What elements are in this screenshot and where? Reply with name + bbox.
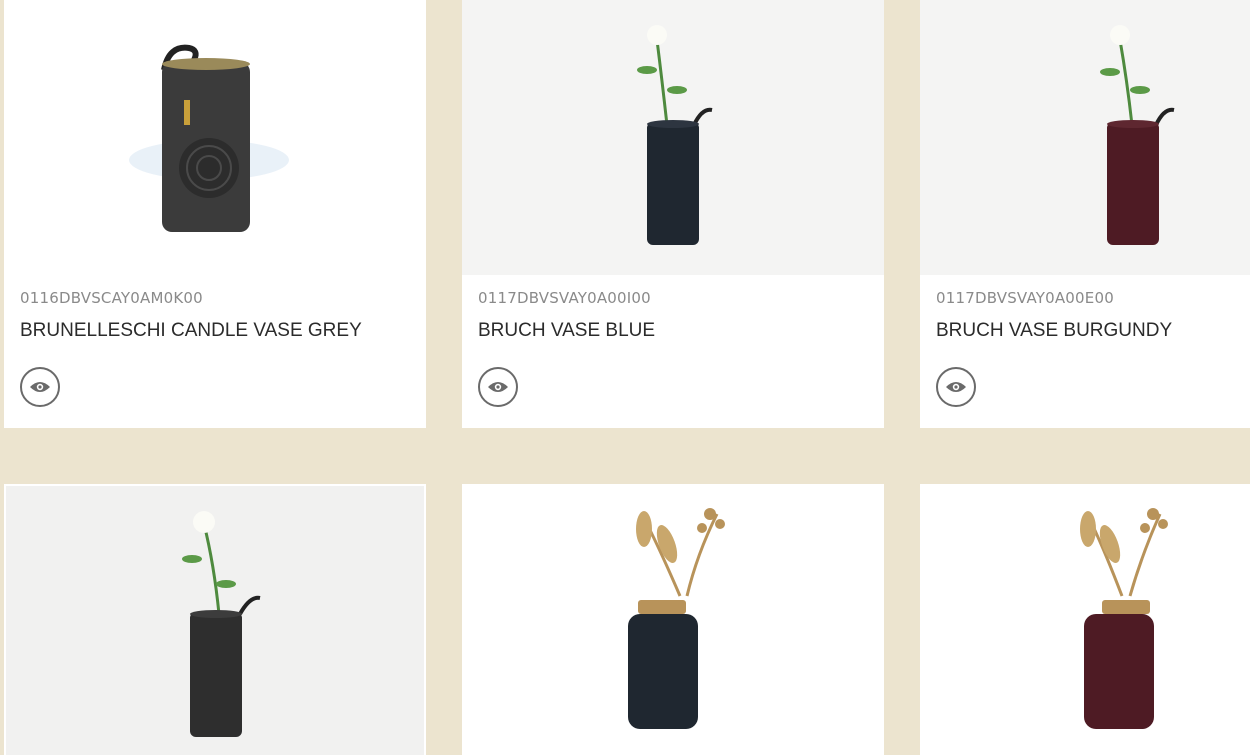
eye-icon <box>30 382 50 392</box>
product-sku: 0117DBVSVAY0A00E00 <box>936 289 1114 307</box>
product-image[interactable] <box>4 0 426 275</box>
product-card[interactable] <box>462 484 884 755</box>
product-title[interactable]: BRUNELLESCHI CANDLE VASE GREY <box>20 320 362 342</box>
quick-view-button[interactable] <box>936 367 976 407</box>
product-title[interactable]: BRUCH VASE BLUE <box>478 320 655 342</box>
product-image[interactable] <box>462 0 884 275</box>
product-image[interactable] <box>920 484 1250 755</box>
eye-icon <box>946 382 966 392</box>
product-card[interactable] <box>4 484 426 755</box>
product-card[interactable] <box>920 484 1250 755</box>
product-image[interactable] <box>462 484 884 755</box>
quick-view-button[interactable] <box>478 367 518 407</box>
product-card[interactable]: 0116DBVSCAY0AM0K00 BRUNELLESCHI CANDLE V… <box>4 0 426 428</box>
product-sku: 0117DBVSVAY0A00I00 <box>478 289 651 307</box>
product-sku: 0116DBVSCAY0AM0K00 <box>20 289 203 307</box>
product-card[interactable]: 0117DBVSVAY0A00I00 BRUCH VASE BLUE <box>462 0 884 428</box>
product-title[interactable]: BRUCH VASE BURGUNDY <box>936 320 1172 342</box>
quick-view-button[interactable] <box>20 367 60 407</box>
product-image[interactable] <box>4 484 426 755</box>
product-image[interactable] <box>920 0 1250 275</box>
product-card[interactable]: 0117DBVSVAY0A00E00 BRUCH VASE BURGUNDY <box>920 0 1250 428</box>
eye-icon <box>488 382 508 392</box>
